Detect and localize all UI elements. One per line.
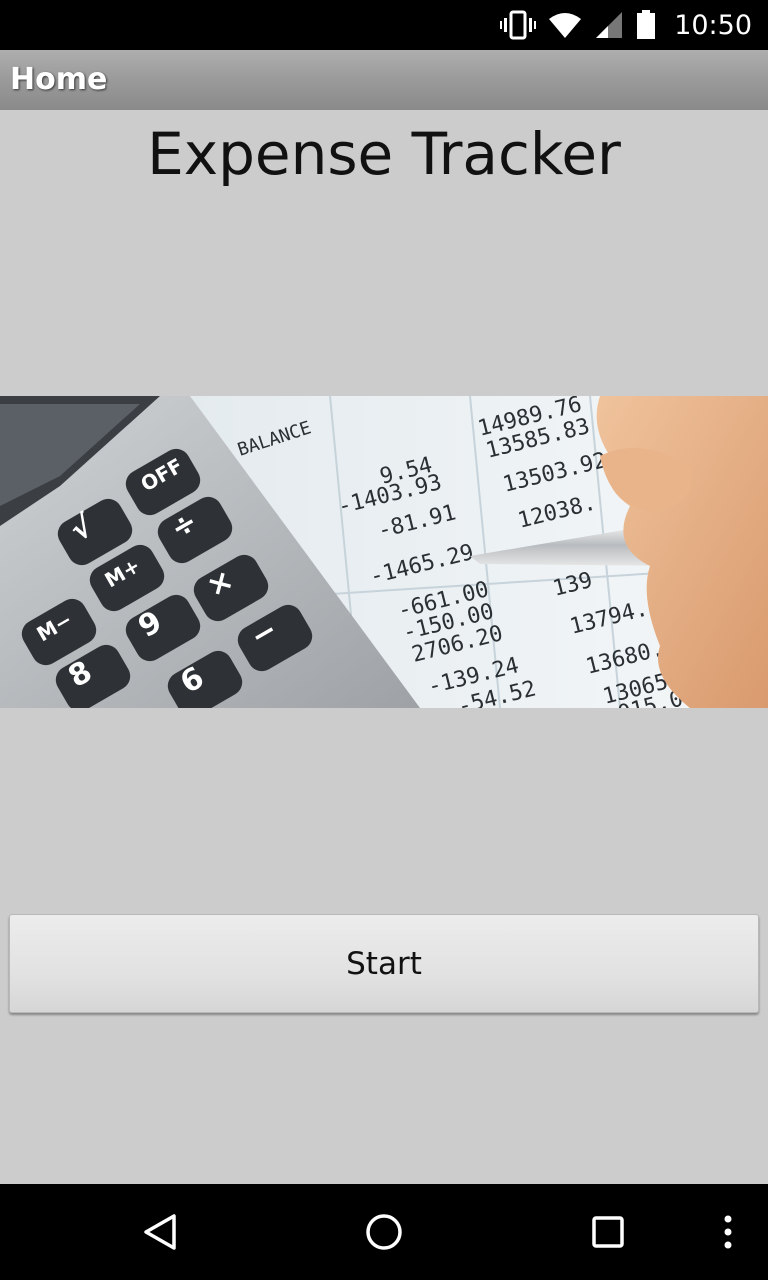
vibrate-icon [500,10,537,40]
battery-icon [637,10,656,39]
back-icon [144,1214,176,1250]
start-button-label: Start [346,945,422,982]
app-heading: Expense Tracker [147,120,621,188]
status-clock: 10:50 [674,9,752,41]
status-bar: 10:50 [0,0,768,50]
overflow-menu-button[interactable] [708,1184,748,1280]
action-bar: Home [0,50,768,110]
navigation-bar [0,1184,768,1280]
banner-image: BALANCE 9.54 -1403.93 -81.91 -1465.29 -661.00… [0,396,768,708]
home-button[interactable] [344,1184,424,1280]
action-bar-title: Home [10,62,108,97]
signal-icon [596,12,623,38]
recents-button[interactable] [568,1184,648,1280]
calculator-ledger-image: BALANCE9.54-1403.93-81.91-1465.29-661.00… [0,396,768,708]
home-icon [366,1214,402,1250]
start-button[interactable]: Start [9,914,759,1013]
back-button[interactable] [120,1184,200,1280]
status-icons: 10:50 [500,0,752,50]
wifi-icon [549,13,582,38]
overflow-menu-icon [724,1215,732,1249]
recents-icon [592,1216,624,1248]
